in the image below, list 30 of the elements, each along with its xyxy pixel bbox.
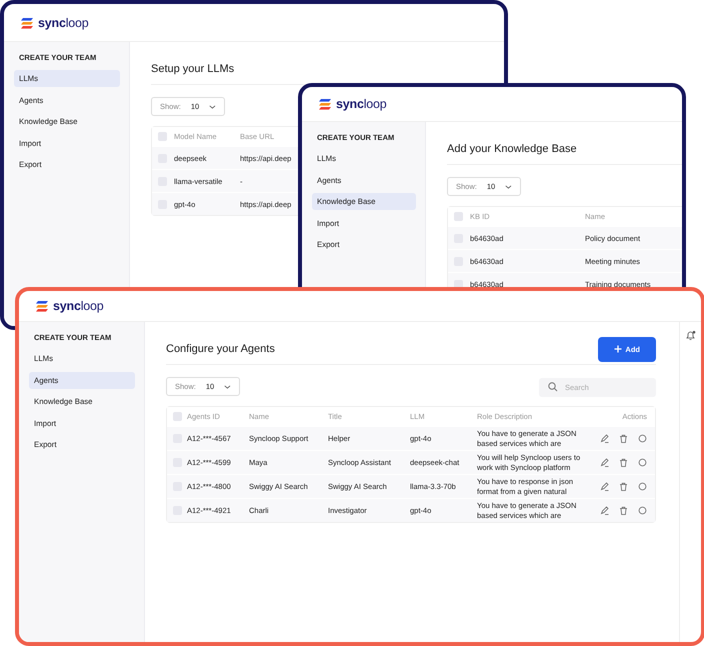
trash-icon[interactable]	[619, 482, 628, 491]
brand-name: syncloop	[53, 299, 104, 313]
pencil-icon[interactable]	[600, 458, 609, 467]
circle-icon[interactable]	[638, 506, 647, 515]
chevron-down-icon	[209, 104, 216, 110]
chevron-down-icon	[505, 184, 512, 190]
search-icon	[548, 382, 558, 392]
checkbox[interactable]	[158, 132, 167, 141]
circle-icon[interactable]	[638, 458, 647, 467]
page-title: Setup your LLMs	[151, 63, 234, 75]
pencil-icon[interactable]	[600, 434, 609, 443]
pencil-icon[interactable]	[600, 482, 609, 491]
checkbox[interactable]	[173, 412, 182, 421]
trash-icon[interactable]	[619, 458, 628, 467]
chevron-down-icon	[224, 384, 231, 390]
circle-icon[interactable]	[638, 482, 647, 491]
logo-icon	[35, 300, 49, 312]
page-title: Add your Knowledge Base	[447, 143, 577, 155]
bell-icon[interactable]	[685, 330, 696, 341]
logo-icon	[318, 98, 332, 110]
checkbox[interactable]	[454, 212, 463, 221]
plus-icon	[614, 345, 622, 353]
brand-name: syncloop	[336, 97, 387, 111]
page-title: Configure your Agents	[166, 343, 275, 355]
trash-icon[interactable]	[619, 434, 628, 443]
pencil-icon[interactable]	[600, 506, 609, 515]
circle-icon[interactable]	[638, 434, 647, 443]
logo-icon	[20, 16, 34, 28]
trash-icon[interactable]	[619, 506, 628, 515]
brand-name: syncloop	[38, 16, 89, 30]
